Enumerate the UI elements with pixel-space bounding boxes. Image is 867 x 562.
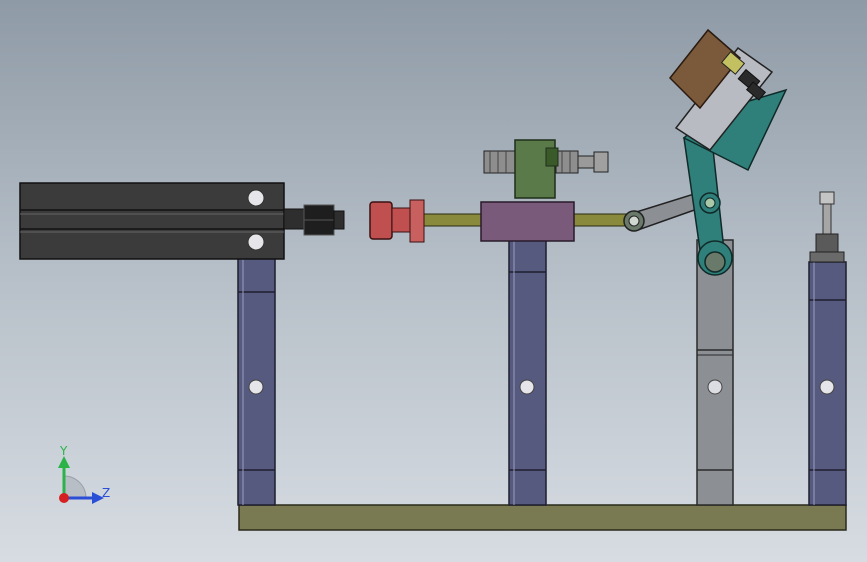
support-post-left[interactable]: [237, 254, 276, 506]
xyz-triad-icon: Y Z: [58, 444, 110, 504]
support-post-right-gray[interactable]: [696, 239, 734, 506]
assembly-model[interactable]: Y Z: [0, 0, 867, 562]
support-post-middle[interactable]: [508, 235, 547, 506]
graphics-viewport[interactable]: Y Z: [0, 0, 867, 562]
y-axis-label: Y: [59, 444, 68, 458]
base-plate[interactable]: [238, 504, 847, 531]
origin-dot: [59, 493, 69, 503]
plunger-pin[interactable]: [809, 191, 845, 263]
support-post-far-right[interactable]: [808, 261, 847, 506]
pneumatic-cylinder[interactable]: [19, 182, 285, 260]
link-arm[interactable]: [623, 193, 702, 232]
clamp-block[interactable]: [514, 139, 559, 199]
rod-head[interactable]: [369, 199, 425, 243]
slider-block[interactable]: [480, 201, 575, 242]
cylinder-rod-nut[interactable]: [283, 204, 345, 236]
z-axis-label: Z: [102, 486, 110, 500]
